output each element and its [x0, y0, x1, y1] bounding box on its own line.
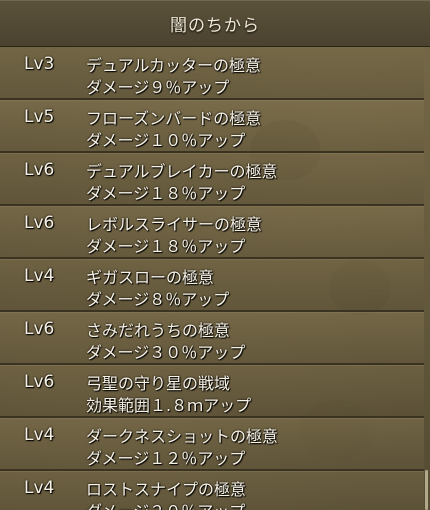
skill-list[interactable]: Lv3 デュアルカッターの極意 ダメージ９％アップ Lv5 フローズンバードの極…: [0, 47, 424, 510]
skill-name: レボルスライサーの極意: [86, 215, 263, 234]
skill-level: Lv6: [24, 319, 55, 339]
skill-effect: ダメージ９％アップ: [86, 78, 230, 97]
skill-name: ギガスローの極意: [86, 268, 215, 287]
skill-level: Lv4: [24, 266, 55, 286]
list-item: Lv4 ギガスローの極意 ダメージ８％アップ: [0, 259, 424, 312]
skill-name: 弓聖の守り星の戦域: [86, 374, 231, 393]
skill-name: フローズンバードの極意: [86, 109, 262, 128]
list-item: Lv6 デュアルブレイカーの極意 ダメージ１８％アップ: [0, 153, 424, 206]
skill-level: Lv4: [24, 425, 55, 445]
skill-level: Lv6: [24, 160, 55, 180]
skill-name: さみだれうちの極意: [86, 321, 231, 340]
skill-level: Lv3: [24, 54, 55, 74]
skill-name: デュアルブレイカーの極意: [86, 162, 278, 181]
skill-level: Lv4: [24, 478, 55, 498]
skill-effect: ダメージ８％アップ: [86, 290, 230, 309]
skill-effect: 効果範囲１.８ｍアップ: [86, 396, 252, 415]
skill-panel: 闇のちから Lv3 デュアルカッターの極意 ダメージ９％アップ Lv5 フローズ…: [0, 0, 430, 510]
scrollbar-thumb[interactable]: [425, 470, 428, 510]
list-item: Lv4 ダークネスショットの極意 ダメージ１２％アップ: [0, 418, 424, 471]
skill-effect: ダメージ２０％アップ: [86, 498, 245, 510]
skill-name: デュアルカッターの極意: [86, 56, 262, 75]
list-item: Lv6 レボルスライサーの極意 ダメージ１８％アップ: [0, 206, 424, 259]
list-item: Lv6 さみだれうちの極意 ダメージ３０％アップ: [0, 312, 424, 365]
list-item: Lv3 デュアルカッターの極意 ダメージ９％アップ: [0, 47, 424, 100]
skill-effect: ダメージ３０％アップ: [86, 343, 246, 362]
skill-effect: ダメージ１８％アップ: [86, 184, 246, 203]
skill-name: ロストスナイプの極意: [86, 480, 247, 499]
list-item: Lv5 フローズンバードの極意 ダメージ１０％アップ: [0, 100, 424, 153]
skill-effect: ダメージ１２％アップ: [86, 449, 246, 468]
list-item: Lv4 ロストスナイプの極意 ダメージ２０％アップ: [0, 471, 424, 510]
skill-level: Lv6: [24, 372, 55, 392]
panel-title: 闇のちから: [170, 15, 260, 36]
list-item: Lv6 弓聖の守り星の戦域 効果範囲１.８ｍアップ: [0, 365, 424, 418]
skill-level: Lv6: [24, 213, 55, 233]
skill-effect: ダメージ１８％アップ: [86, 237, 246, 256]
panel-header: 闇のちから: [0, 0, 430, 47]
skill-level: Lv5: [24, 107, 55, 127]
skill-name: ダークネスショットの極意: [86, 427, 279, 446]
skill-effect: ダメージ１０％アップ: [86, 131, 246, 150]
